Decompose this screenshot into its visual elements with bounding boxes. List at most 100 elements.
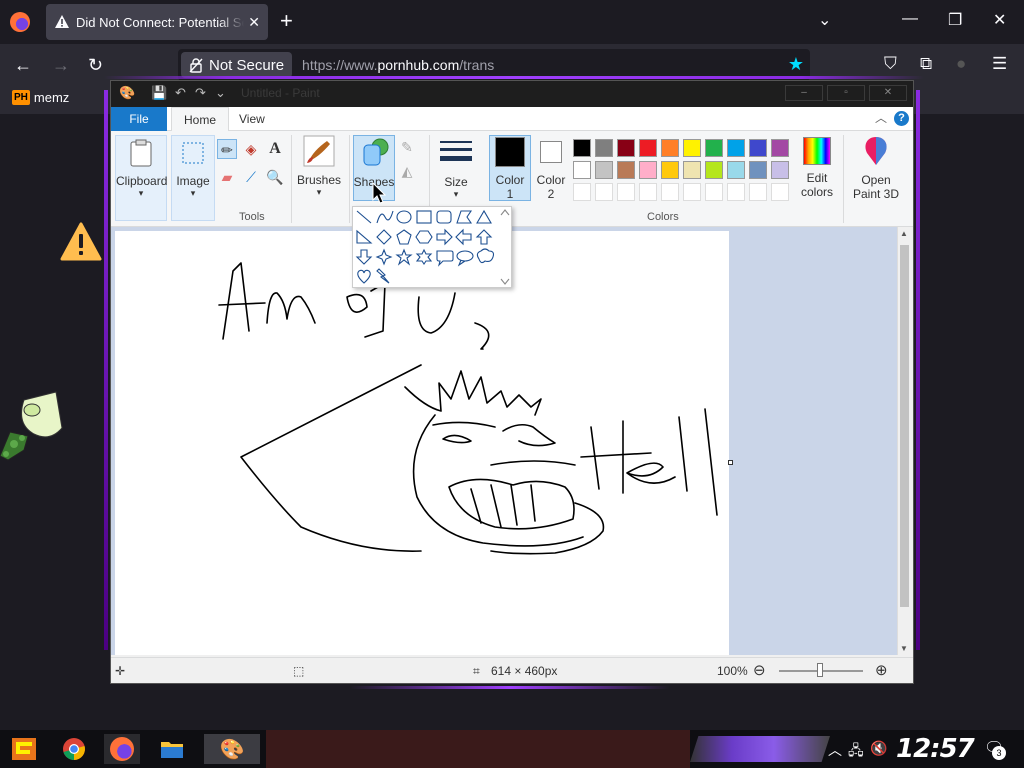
image-button[interactable]: Image ▾ — [171, 135, 215, 221]
shape-four-point-star-icon[interactable] — [375, 248, 393, 266]
shape-oval-icon[interactable] — [396, 210, 412, 224]
clipboard-button[interactable]: Clipboard ▾ — [115, 135, 167, 221]
extensions-icon[interactable]: ⧉ — [920, 54, 932, 74]
zoom-in-icon[interactable]: ⊕ — [875, 661, 888, 679]
palette-swatch[interactable] — [683, 139, 701, 157]
reload-button[interactable]: ↻ — [88, 55, 103, 76]
custom-color-slot[interactable] — [595, 183, 613, 201]
color1-button[interactable]: Color 1 — [489, 135, 531, 201]
palette-swatch[interactable] — [617, 139, 635, 157]
pocket-icon[interactable]: ⛉ — [884, 54, 897, 74]
tab-home[interactable]: Home — [171, 107, 230, 131]
canvas-resize-handle[interactable] — [728, 460, 733, 465]
chrome-taskbar-button[interactable] — [56, 734, 92, 764]
palette-swatch[interactable] — [749, 161, 767, 179]
palette-swatch[interactable] — [573, 161, 591, 179]
open-paint3d-button[interactable]: Open Paint 3D — [845, 135, 907, 201]
palette-swatch[interactable] — [705, 161, 723, 179]
minimize-window-button[interactable]: — — [902, 10, 918, 28]
paint-taskbar-button[interactable]: 🎨 — [204, 734, 260, 764]
menu-icon[interactable]: ☰ — [992, 54, 1007, 74]
shape-line-icon[interactable] — [356, 210, 372, 224]
bookmark-star-icon[interactable]: ★ — [788, 54, 804, 75]
firefox-taskbar-button[interactable] — [104, 734, 140, 764]
color2-button[interactable]: Color 2 — [533, 135, 569, 201]
palette-swatch[interactable] — [661, 139, 679, 157]
size-button[interactable]: Size ▾ — [435, 135, 477, 200]
paint-minimize-button[interactable]: – — [785, 85, 823, 101]
shape-rounded-callout-icon[interactable] — [436, 250, 454, 267]
palette-swatch[interactable] — [595, 139, 613, 157]
shape-down-scroll-icon[interactable] — [500, 278, 510, 285]
volume-muted-icon[interactable]: 🔇 — [870, 740, 887, 757]
tab-view[interactable]: View — [227, 107, 277, 131]
shape-up-scroll-icon[interactable] — [500, 209, 510, 216]
paint-close-button[interactable]: ✕ — [869, 85, 907, 101]
shape-oval-callout-icon[interactable] — [456, 250, 474, 267]
outline-icon[interactable]: ✎ — [397, 137, 417, 157]
shape-down-arrow-icon[interactable] — [355, 249, 373, 265]
account-icon[interactable]: ● — [956, 54, 966, 74]
show-hidden-icons-icon[interactable]: ︿ — [828, 740, 842, 760]
custom-color-slot[interactable] — [617, 183, 635, 201]
shape-curve-icon[interactable] — [376, 210, 394, 224]
shape-six-point-star-icon[interactable] — [415, 248, 433, 265]
custom-color-slot[interactable] — [705, 183, 723, 201]
custom-color-slot[interactable] — [749, 183, 767, 201]
palette-swatch[interactable] — [617, 161, 635, 179]
shape-rectangle-icon[interactable] — [416, 210, 432, 224]
not-secure-indicator[interactable]: Not Secure — [181, 52, 293, 78]
firefox-logo-icon[interactable] — [10, 12, 30, 32]
palette-swatch[interactable] — [639, 139, 657, 157]
forward-button[interactable]: → — [52, 55, 70, 76]
shape-right-arrow-icon[interactable] — [436, 228, 453, 246]
file-menu-button[interactable]: File — [111, 107, 167, 131]
file-explorer-taskbar-button[interactable] — [154, 734, 190, 764]
collapse-ribbon-icon[interactable]: ︿ — [875, 109, 887, 126]
paint-app-icon[interactable]: 🎨 — [119, 85, 135, 101]
palette-swatch[interactable] — [639, 161, 657, 179]
palette-swatch[interactable] — [595, 161, 613, 179]
text-tool-icon[interactable]: A — [265, 139, 285, 159]
quick-save-icon[interactable]: 💾 — [151, 85, 167, 101]
pencil-tool-icon[interactable]: ✏ — [217, 139, 237, 159]
shape-cloud-callout-icon[interactable] — [476, 248, 495, 264]
list-all-tabs-icon[interactable]: ⌄ — [818, 10, 831, 30]
palette-swatch[interactable] — [661, 161, 679, 179]
edit-colors-button[interactable]: Edit colors — [795, 135, 839, 199]
drawing-canvas[interactable] — [115, 231, 729, 655]
scroll-up-icon[interactable]: ▲ — [900, 229, 908, 238]
palette-swatch[interactable] — [573, 139, 591, 157]
undo-icon[interactable]: ↶ — [175, 85, 186, 101]
start-button[interactable] — [6, 734, 42, 764]
tab-active[interactable]: Did Not Connect: Potential Security Issu… — [46, 4, 268, 40]
new-tab-button[interactable]: + — [280, 10, 293, 32]
custom-color-slot[interactable] — [683, 183, 701, 201]
palette-swatch[interactable] — [727, 139, 745, 157]
zoom-out-icon[interactable]: ⊖ — [753, 661, 766, 679]
close-window-button[interactable]: ✕ — [993, 10, 1006, 30]
shape-right-triangle-icon[interactable] — [356, 229, 373, 244]
shape-diamond-icon[interactable] — [376, 229, 392, 245]
shape-pentagon-icon[interactable] — [396, 229, 412, 245]
vertical-scroll-thumb[interactable] — [900, 245, 909, 607]
custom-color-slot[interactable] — [661, 183, 679, 201]
redo-icon[interactable]: ↷ — [195, 85, 206, 101]
brushes-button[interactable]: Brushes ▾ — [295, 135, 343, 198]
palette-swatch[interactable] — [749, 139, 767, 157]
back-button[interactable]: ← — [14, 55, 32, 76]
shape-hexagon-icon[interactable] — [415, 230, 433, 244]
shape-lightning-icon[interactable] — [376, 268, 390, 284]
shape-triangle-icon[interactable] — [476, 209, 492, 224]
fill-shape-icon[interactable]: ◭ — [397, 161, 417, 181]
maximize-window-button[interactable]: ❐ — [948, 10, 962, 30]
scroll-down-icon[interactable]: ▼ — [900, 644, 908, 653]
shape-heart-icon[interactable] — [357, 269, 371, 284]
custom-color-slot[interactable] — [573, 183, 591, 201]
palette-swatch[interactable] — [771, 161, 789, 179]
paint-maximize-button[interactable]: ▫ — [827, 85, 865, 101]
color-picker-tool-icon[interactable]: ⟋ — [241, 167, 261, 187]
help-icon[interactable]: ? — [894, 111, 909, 126]
shape-left-arrow-icon[interactable] — [455, 228, 472, 246]
palette-swatch[interactable] — [771, 139, 789, 157]
